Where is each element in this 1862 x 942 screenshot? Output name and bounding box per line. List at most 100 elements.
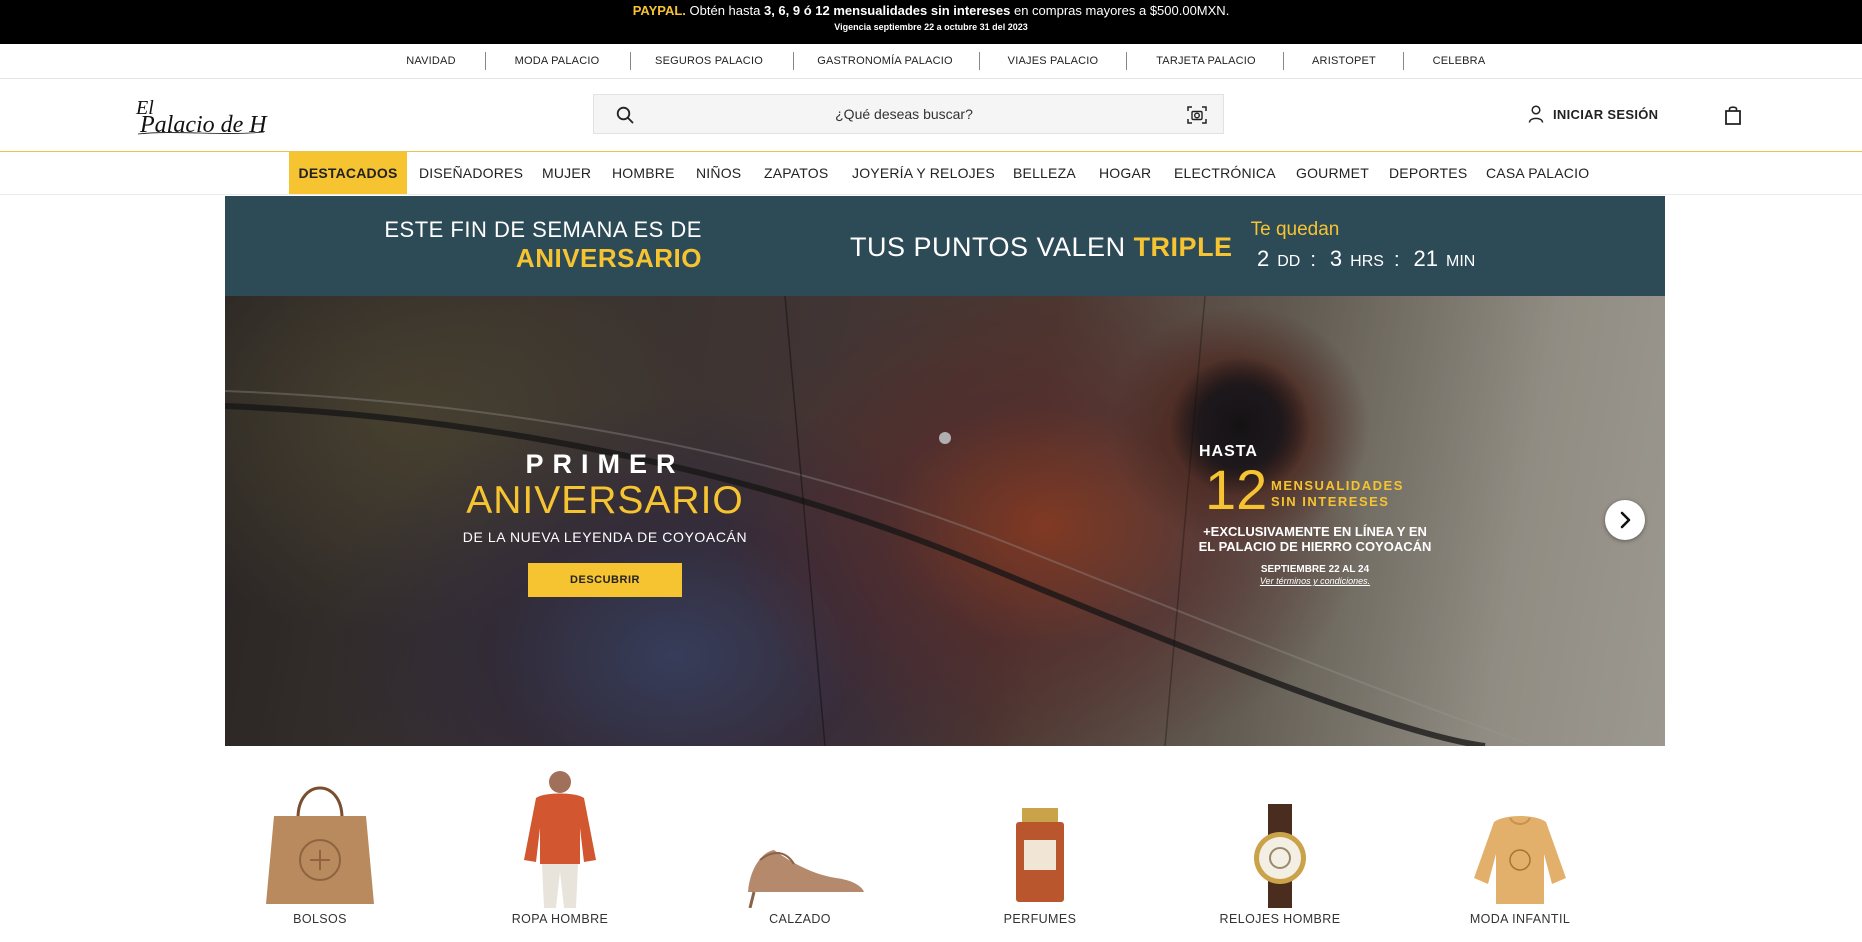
kids-sweater-image: [1474, 816, 1566, 904]
hero-exclusive-line1: +EXCLUSIVAMENTE EN LÍNEA Y EN: [1203, 524, 1427, 539]
tile-calzado[interactable]: CALZADO: [705, 760, 895, 935]
category-hombre[interactable]: HOMBRE: [612, 152, 675, 194]
search-input[interactable]: [664, 95, 1144, 133]
promo-validity: Vigencia septiembre 22 a octubre 31 del …: [834, 22, 1028, 32]
hero-installments-number: 12: [1205, 458, 1268, 521]
store-logo-wordmark: El Palacio de Hierro: [135, 97, 314, 138]
promo-text-a: Obtén hasta: [685, 3, 764, 18]
countdown-days: 2: [1257, 246, 1270, 271]
sub-item-gastronomia-palacio[interactable]: GASTRONOMÍA PALACIO: [812, 53, 958, 69]
divider: [979, 52, 980, 70]
category-ninos[interactable]: NIÑOS: [696, 152, 741, 194]
tile-label: ROPA HOMBRE: [511, 912, 609, 926]
sub-item-navidad[interactable]: NAVIDAD: [396, 53, 466, 69]
tile-label: MODA INFANTIL: [1469, 912, 1571, 926]
countdown-days-unit: DD: [1277, 253, 1301, 270]
login-label: INICIAR SESIÓN: [1553, 106, 1659, 122]
visual-search-camera-icon[interactable]: [1187, 105, 1207, 125]
countdown-minutes: 21: [1413, 246, 1438, 271]
hero-primer: PRIMER: [525, 449, 685, 479]
tile-label: CALZADO: [769, 912, 831, 926]
countdown-timer: 2 DD : 3 HRS : 21 MIN: [1257, 246, 1485, 276]
tile-perfumes[interactable]: PERFUMES: [945, 760, 1135, 935]
category-hogar[interactable]: HOGAR: [1099, 152, 1151, 194]
divider: [1283, 52, 1284, 70]
hero-sin-intereses: SIN INTERESES: [1271, 494, 1390, 509]
tile-moda-infantil[interactable]: MODA INFANTIL: [1425, 760, 1615, 935]
watch-image: [1254, 804, 1306, 908]
category-belleza[interactable]: BELLEZA: [1013, 152, 1076, 194]
hero-aniversario: ANIVERSARIO: [466, 479, 744, 522]
discover-button[interactable]: DESCUBRIR: [528, 563, 682, 597]
tile-label: RELOJES HOMBRE: [1219, 912, 1341, 926]
chevron-right-icon: [1620, 511, 1631, 529]
hero-installments-row: 12 MENSUALIDADES SIN INTERESES: [1195, 458, 1435, 522]
hero-mensualidades: MENSUALIDADES: [1271, 478, 1404, 493]
category-tiles: BOLSOS ROPA HOMBRE CALZADO PERFUMES RELO…: [225, 760, 1665, 942]
countdown-minutes-unit: MIN: [1446, 253, 1476, 270]
tile-bolsos[interactable]: BOLSOS: [225, 760, 415, 935]
points-triple-text: TUS PUNTOS VALEN TRIPLE: [850, 232, 1233, 262]
category-mujer[interactable]: MUJER: [542, 152, 591, 194]
countdown-hours: 3: [1329, 246, 1343, 271]
category-joyeria-relojes[interactable]: JOYERÍA Y RELOJES: [852, 152, 995, 194]
sub-item-aristopet[interactable]: ARISTOPET: [1302, 53, 1386, 69]
sub-item-celebra[interactable]: CELEBRA: [1420, 53, 1498, 69]
sub-item-moda-palacio[interactable]: MODA PALACIO: [507, 53, 607, 69]
sub-item-seguros-palacio[interactable]: SEGUROS PALACIO: [649, 53, 769, 69]
svg-text:Palacio de Hierro: Palacio de Hierro: [139, 112, 268, 138]
tile-label: PERFUMES: [1003, 912, 1077, 926]
tile-ropa-hombre[interactable]: ROPA HOMBRE: [465, 760, 655, 935]
category-electronica[interactable]: ELECTRÓNICA: [1174, 152, 1276, 194]
countdown-banner[interactable]: ESTE FIN DE SEMANA ES DE ANIVERSARIO TUS…: [225, 196, 1665, 296]
hero-banner[interactable]: PRIMER ANIVERSARIO DE LA NUEVA LEYENDA D…: [225, 296, 1665, 746]
countdown-separator: :: [1393, 249, 1400, 271]
main-header: El Palacio de Hierro INICIAR SESIÓN: [0, 79, 1862, 152]
category-disenadores[interactable]: DISEÑADORES: [419, 152, 523, 194]
subsidiaries-nav: NAVIDAD MODA PALACIO SEGUROS PALACIO GAS…: [0, 44, 1862, 79]
search-bar[interactable]: [593, 94, 1224, 134]
hero-installments-block: HASTA 12 MENSUALIDADES SIN INTERESES +EX…: [1195, 442, 1435, 587]
user-icon: [1528, 105, 1544, 123]
divider: [1126, 52, 1127, 70]
tile-relojes-hombre[interactable]: RELOJES HOMBRE: [1185, 760, 1375, 935]
sweater-model-image: [524, 771, 596, 908]
hero-exclusive-text: +EXCLUSIVAMENTE EN LÍNEA Y EN EL PALACIO…: [1195, 524, 1435, 554]
countdown-line1: ESTE FIN DE SEMANA ES DE: [384, 217, 702, 242]
divider: [485, 52, 486, 70]
handbag-image: [266, 786, 374, 904]
category-zapatos[interactable]: ZAPATOS: [764, 152, 828, 194]
search-icon[interactable]: [616, 106, 634, 124]
hero-anniversary-block: PRIMER ANIVERSARIO DE LA NUEVA LEYENDA D…: [420, 449, 790, 597]
divider: [793, 52, 794, 70]
promo-bold: 3, 6, 9 ó 12 mensualidades sin intereses: [763, 3, 1011, 18]
sub-item-tarjeta-palacio[interactable]: TARJETA PALACIO: [1145, 53, 1267, 69]
sub-item-viajes-palacio[interactable]: VIAJES PALACIO: [998, 53, 1108, 69]
shoe-image: [748, 850, 864, 908]
category-casa-palacio[interactable]: CASA PALACIO: [1486, 152, 1589, 194]
countdown-hours-unit: HRS: [1350, 253, 1384, 270]
hero-installments-label: MENSUALIDADES SIN INTERESES: [1271, 478, 1404, 510]
category-deportes[interactable]: DEPORTES: [1389, 152, 1467, 194]
perfume-bottle-image: [1016, 808, 1064, 902]
promo-brand: PAYPAL.: [632, 3, 686, 18]
divider: [1403, 52, 1404, 70]
countdown-separator: :: [1310, 249, 1316, 271]
login-link[interactable]: INICIAR SESIÓN: [1528, 103, 1658, 125]
category-gourmet[interactable]: GOURMET: [1296, 152, 1369, 194]
carousel-next-button[interactable]: [1605, 500, 1645, 540]
store-logo[interactable]: El Palacio de Hierro: [134, 92, 314, 138]
promo-headline: PAYPAL. Obtén hasta 3, 6, 9 ó 12 mensual…: [0, 3, 1862, 19]
promo-text-b: en compras mayores a $500.00MXN.: [1010, 3, 1230, 18]
promo-bar[interactable]: PAYPAL. Obtén hasta 3, 6, 9 ó 12 mensual…: [0, 0, 1862, 44]
points-highlight: TRIPLE: [1133, 232, 1233, 262]
time-left-label: Te quedan: [1250, 219, 1340, 240]
category-nav: DESTACADOS DISEÑADORES MUJER HOMBRE NIÑO…: [0, 152, 1862, 195]
hero-subtitle: DE LA NUEVA LEYENDA DE COYOACÁN: [462, 529, 748, 545]
shopping-bag-icon[interactable]: [1724, 105, 1742, 125]
terms-link[interactable]: Ver términos y condiciones.: [1195, 576, 1435, 587]
divider: [630, 52, 631, 70]
tile-label: BOLSOS: [293, 912, 347, 926]
category-destacados[interactable]: DESTACADOS: [289, 152, 407, 194]
hero-exclusive-line2: EL PALACIO DE HIERRO COYOACÁN: [1198, 539, 1432, 554]
